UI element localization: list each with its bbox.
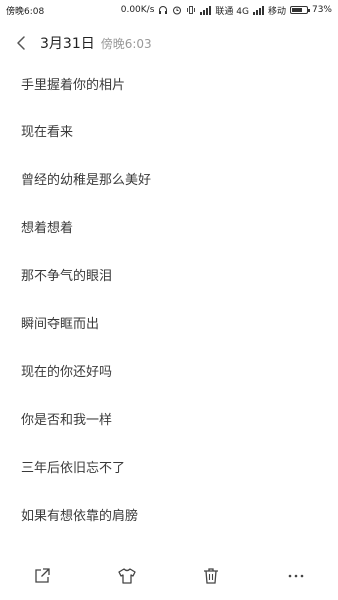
note-content[interactable]: 手里握着你的相片 现在看来 曾经的幼稚是那么美好 想着想着 那不争气的眼泪 瞬间… [0,58,338,552]
alarm-icon [172,4,182,16]
battery-fill [291,8,303,12]
more-button[interactable] [278,558,314,594]
status-time: 傍晚6:08 [6,6,45,17]
note-date: 3月31日 [40,36,95,52]
more-icon [288,574,304,578]
note-line: 瞬间夺眶而出 [21,317,100,332]
note-header: 3月31日 傍晚6:03 [0,28,338,58]
headphone-icon [158,4,168,16]
note-line: 现在的你还好吗 [21,365,113,380]
chevron-left-icon [17,36,25,50]
note-line: 你是否和我一样 [21,413,113,428]
note-line: 那不争气的眼泪 [21,269,113,284]
back-button[interactable] [10,30,32,56]
trash-icon [204,568,219,584]
signal-icon [200,5,212,15]
content-fade [0,522,338,552]
note-line: 想着想着 [21,221,74,236]
note-line: 手里握着你的相片 [21,78,126,93]
note-line: 曾经的幼稚是那么美好 [21,173,152,188]
share-button[interactable] [24,558,60,594]
bottom-toolbar [0,552,338,600]
share-icon [35,568,50,583]
note-line: 三年后依旧忘不了 [21,461,126,476]
carrier-1: 联通 4G [215,6,249,17]
carrier-2: 移动 [267,6,286,17]
network-speed: 0.00K/s [120,5,155,15]
battery-icon [289,6,310,14]
status-right: 0.00K/s 联通 4G 移动 73% [121,4,332,17]
note-time: 傍晚6:03 [100,36,152,51]
note-line: 现在看来 [21,125,74,140]
theme-button[interactable] [109,558,145,594]
delete-button[interactable] [193,558,229,594]
battery-percent: 73% [311,5,332,15]
shirt-icon [118,568,136,584]
signal-icon-2 [252,5,264,15]
status-bar: 傍晚6:08 0.00K/s 联通 4G 移动 73% [0,0,338,20]
vibrate-icon [186,4,196,16]
